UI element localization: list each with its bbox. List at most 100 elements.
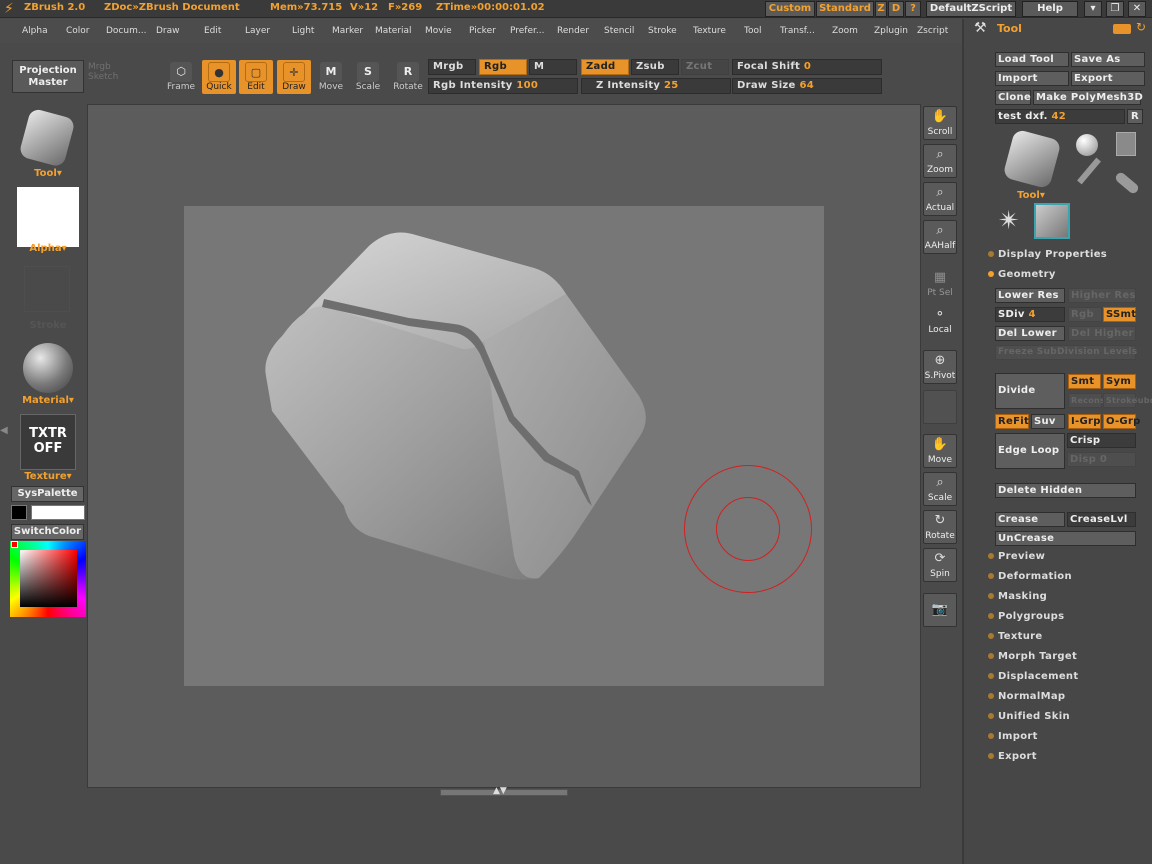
rotate-button[interactable]: R Rotate xyxy=(392,60,424,94)
del-lower-button[interactable]: Del Lower xyxy=(995,326,1065,341)
panel-menu-toggle[interactable] xyxy=(1113,24,1131,34)
z-intensity-slider[interactable]: Z Intensity 25 xyxy=(581,78,731,94)
tool-name-slider[interactable]: test dxf. 42 xyxy=(995,109,1125,124)
aahalf-button[interactable]: ⌕ AAHalf xyxy=(923,220,957,254)
canvas[interactable] xyxy=(184,206,824,686)
projection-master-button[interactable]: Projection Master xyxy=(12,60,84,93)
display-properties-section[interactable]: Display Properties xyxy=(988,249,1107,260)
menu-item[interactable]: Prefer... xyxy=(510,26,544,36)
draw-button[interactable]: ✛ Draw xyxy=(277,60,311,94)
menu-item[interactable]: Alpha xyxy=(22,26,48,36)
save-as-button[interactable]: Save As xyxy=(1071,52,1145,67)
menu-item[interactable]: Light xyxy=(292,26,314,36)
panel-section-item[interactable]: Import xyxy=(988,731,1038,742)
lower-res-button[interactable]: Lower Res xyxy=(995,288,1065,303)
close-icon[interactable]: ✕ xyxy=(1128,1,1146,17)
draw-size-slider[interactable]: Draw Size 64 xyxy=(732,78,882,94)
divide-button[interactable]: Divide xyxy=(995,373,1065,409)
export-button[interactable]: Export xyxy=(1071,71,1145,86)
current-tool-icon[interactable] xyxy=(1034,203,1070,239)
move-nav-button[interactable]: ✋ Move xyxy=(923,434,957,468)
menu-item[interactable]: Picker xyxy=(469,26,496,36)
crisp-slider[interactable]: Crisp xyxy=(1067,433,1136,448)
mrgb-toggle[interactable]: Mrgb xyxy=(428,59,476,75)
zoom-button[interactable]: ⌕ Zoom xyxy=(923,144,957,178)
tool-thumbnail-large[interactable] xyxy=(1000,128,1064,192)
crease-button[interactable]: Crease xyxy=(995,512,1065,527)
color-picker-marker[interactable] xyxy=(11,541,18,548)
delete-hidden-button[interactable]: Delete Hidden xyxy=(995,483,1136,498)
spivot-button[interactable]: ⊕ S.Pivot xyxy=(923,350,957,384)
alpha-thumbnail[interactable] xyxy=(17,187,79,247)
star-tool-icon[interactable]: ✴ xyxy=(998,206,1020,236)
help-q-button[interactable]: ? xyxy=(905,1,921,17)
menu-item[interactable]: Transf... xyxy=(780,26,815,36)
rotate-nav-button[interactable]: ↻ Rotate xyxy=(923,510,957,544)
menu-item[interactable]: Zplugin xyxy=(874,26,908,36)
menu-item[interactable]: Texture xyxy=(693,26,726,36)
texture-thumbnail[interactable]: TXTR OFF xyxy=(20,414,76,470)
panel-section-item[interactable]: Displacement xyxy=(988,671,1078,682)
left-tray-arrow-icon[interactable]: ◀ xyxy=(0,425,8,449)
scale-button[interactable]: S Scale xyxy=(352,60,384,94)
menu-item[interactable]: Stroke xyxy=(648,26,677,36)
clone-button[interactable]: Clone xyxy=(995,90,1031,105)
rgb-intensity-slider[interactable]: Rgb Intensity 100 xyxy=(428,78,578,94)
tool-thumbnail[interactable] xyxy=(18,107,78,169)
focal-shift-slider[interactable]: Focal Shift 0 xyxy=(732,59,882,75)
menu-item[interactable]: Color xyxy=(66,26,90,36)
edge-loop-button[interactable]: Edge Loop xyxy=(995,433,1065,469)
m-toggle[interactable]: M xyxy=(529,59,577,75)
sphere-tool-icon[interactable] xyxy=(1076,134,1098,156)
ogrp-toggle[interactable]: O-Grp xyxy=(1103,414,1140,429)
texture-label[interactable]: Texture▾ xyxy=(16,471,80,482)
make-polymesh-button[interactable]: Make PolyMesh3D xyxy=(1033,90,1143,105)
menu-item[interactable]: Edit xyxy=(204,26,221,36)
uncrease-button[interactable]: UnCrease xyxy=(995,531,1136,546)
move-button[interactable]: M Move xyxy=(315,60,347,94)
panel-section-item[interactable]: Unified Skin xyxy=(988,711,1070,722)
panel-section-item[interactable]: Preview xyxy=(988,551,1045,562)
spin-button[interactable]: ⟳ Spin xyxy=(923,548,957,582)
panel-section-item[interactable]: Export xyxy=(988,751,1037,762)
zsub-toggle[interactable]: Zsub xyxy=(631,59,679,75)
material-label[interactable]: Material▾ xyxy=(16,395,80,406)
menu-item[interactable]: Zscript xyxy=(917,26,948,36)
d-button[interactable]: D xyxy=(888,1,904,17)
panel-section-item[interactable]: Texture xyxy=(988,631,1042,642)
menu-item[interactable]: Tool xyxy=(744,26,761,36)
menu-item[interactable]: Stencil xyxy=(604,26,634,36)
tool-thumb-label[interactable]: Tool▾ xyxy=(1006,190,1056,201)
edit-button[interactable]: ▢ Edit xyxy=(239,60,273,94)
menu-item[interactable]: Render xyxy=(557,26,589,36)
menu-item[interactable]: Draw xyxy=(156,26,180,36)
menu-item[interactable]: Material xyxy=(375,26,412,36)
actual-button[interactable]: ⌕ Actual xyxy=(923,182,957,216)
geometry-section[interactable]: Geometry xyxy=(988,269,1056,280)
panel-section-item[interactable]: Polygroups xyxy=(988,611,1064,622)
alpha-label[interactable]: Alpha▾ xyxy=(18,243,78,254)
switchcolor-button[interactable]: SwitchColor xyxy=(11,524,84,540)
menu-item[interactable]: Zoom xyxy=(832,26,858,36)
load-tool-button[interactable]: Load Tool xyxy=(995,52,1069,67)
smt-toggle[interactable]: Smt xyxy=(1068,374,1101,389)
snapshot-button[interactable]: 📷 xyxy=(923,593,957,627)
panel-section-item[interactable]: NormalMap xyxy=(988,691,1065,702)
panel-section-item[interactable]: Morph Target xyxy=(988,651,1077,662)
main-color-swatch[interactable] xyxy=(31,505,85,520)
help-button[interactable]: Help xyxy=(1022,1,1078,17)
refresh-icon[interactable]: ↻ xyxy=(1136,20,1146,34)
igrp-toggle[interactable]: I-Grp xyxy=(1068,414,1101,429)
ssmt-toggle[interactable]: SSmt xyxy=(1103,307,1136,322)
suv-toggle[interactable]: Suv xyxy=(1031,414,1065,429)
standard-button[interactable]: Standard xyxy=(816,1,874,17)
zadd-toggle[interactable]: Zadd xyxy=(581,59,629,75)
restore-icon[interactable]: ❐ xyxy=(1106,1,1124,17)
scale-nav-button[interactable]: ⌕ Scale xyxy=(923,472,957,506)
r-button[interactable]: R xyxy=(1127,109,1143,124)
import-button[interactable]: Import xyxy=(995,71,1069,86)
refit-toggle[interactable]: ReFit xyxy=(995,414,1029,429)
material-sphere[interactable] xyxy=(23,343,73,393)
sym-toggle[interactable]: Sym xyxy=(1103,374,1136,389)
menu-item[interactable]: Movie xyxy=(425,26,452,36)
